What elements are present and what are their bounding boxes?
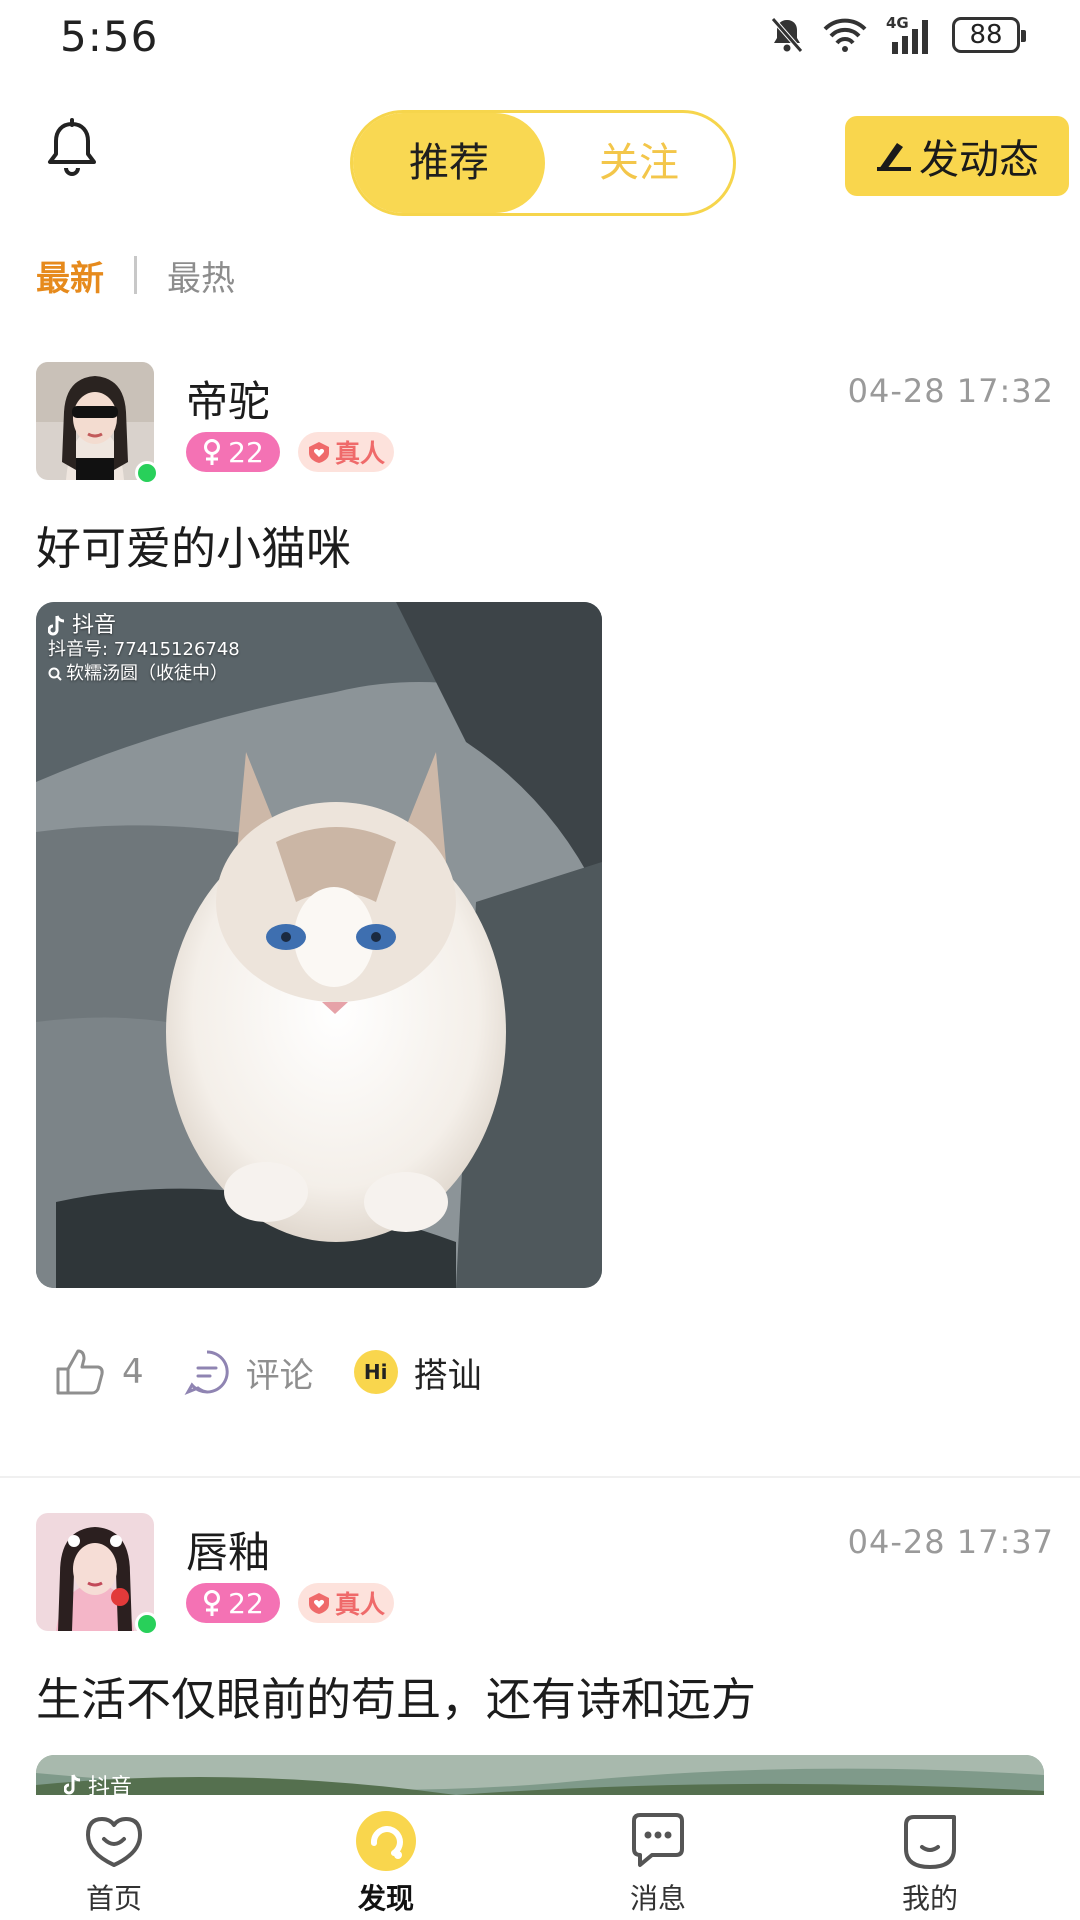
online-indicator bbox=[135, 461, 159, 485]
sort-bar: 最新 最热 bbox=[36, 250, 235, 300]
greet-button[interactable]: Hi 搭讪 bbox=[353, 1348, 482, 1397]
thumbs-up-icon bbox=[56, 1349, 104, 1395]
feed-tab-switch: 推荐 关注 bbox=[350, 110, 736, 216]
sort-divider bbox=[134, 256, 137, 294]
post-photo[interactable]: 抖音 抖音号: 77415126748 软糯汤圆（收徒中） bbox=[36, 602, 602, 1288]
post-divider bbox=[0, 1476, 1080, 1478]
female-icon bbox=[204, 1590, 221, 1616]
nav-home-label: 首页 bbox=[85, 1882, 142, 1915]
signal-4g-icon: 4G bbox=[886, 14, 934, 54]
tab-recommend[interactable]: 推荐 bbox=[353, 113, 545, 213]
verified-heart-icon bbox=[308, 442, 329, 463]
nav-profile-label: 我的 bbox=[901, 1882, 958, 1915]
search-icon bbox=[48, 667, 62, 681]
sort-latest[interactable]: 最新 bbox=[36, 251, 104, 300]
notification-bell-icon[interactable] bbox=[44, 118, 100, 182]
verified-label: 真人 bbox=[334, 439, 385, 468]
sort-hottest[interactable]: 最热 bbox=[167, 251, 235, 300]
message-icon bbox=[632, 1813, 684, 1867]
pen-icon bbox=[877, 143, 911, 171]
user-avatar[interactable] bbox=[36, 362, 154, 480]
battery-icon: 88 bbox=[952, 17, 1026, 53]
post-text: 生活不仅眼前的苟且，还有诗和远方 bbox=[36, 1673, 757, 1726]
online-indicator bbox=[135, 1612, 159, 1636]
female-icon bbox=[204, 439, 221, 465]
smile-heart-icon bbox=[86, 1817, 142, 1867]
douyin-logo-icon bbox=[48, 615, 65, 636]
bottom-nav: 首页 发现 消息 我的 bbox=[0, 1795, 1080, 1920]
network-type: 4G bbox=[886, 14, 909, 32]
hi-text: Hi bbox=[363, 1360, 388, 1384]
comment-button[interactable]: 评论 bbox=[184, 1348, 314, 1397]
like-count: 4 bbox=[122, 1352, 144, 1392]
like-button[interactable]: 4 bbox=[54, 1347, 144, 1397]
hi-badge-icon: Hi bbox=[353, 1350, 398, 1394]
feed-post: 帝驼 04-28 17:32 22 真人 好可爱的小猫咪 抖音 抖音号: 774… bbox=[0, 362, 1080, 1462]
watermark-search: 软糯汤圆（收徒中） bbox=[66, 663, 228, 684]
comment-label: 评论 bbox=[245, 1355, 314, 1396]
battery-level: 88 bbox=[969, 20, 1003, 50]
comment-icon bbox=[184, 1350, 229, 1395]
verified-badge: 真人 bbox=[298, 432, 394, 472]
tab-following[interactable]: 关注 bbox=[543, 113, 735, 213]
greet-label: 搭讪 bbox=[413, 1355, 482, 1396]
gender-age-badge: 22 bbox=[186, 1583, 280, 1623]
douyin-logo-icon bbox=[64, 1774, 81, 1795]
nav-home[interactable]: 首页 bbox=[44, 1809, 184, 1919]
post-actions: 4 评论 Hi 搭讪 bbox=[54, 1342, 522, 1402]
create-post-button[interactable]: 发动态 bbox=[845, 116, 1069, 196]
status-icons: 4G 88 bbox=[770, 14, 1026, 54]
create-post-label: 发动态 bbox=[919, 137, 1039, 183]
wifi-icon bbox=[823, 18, 867, 52]
post-timestamp: 04-28 17:32 bbox=[847, 372, 1054, 410]
nav-messages-label: 消息 bbox=[629, 1882, 686, 1915]
username[interactable]: 唇釉 bbox=[186, 1519, 270, 1580]
nav-discover-label: 发现 bbox=[357, 1882, 414, 1915]
username[interactable]: 帝驼 bbox=[186, 368, 270, 429]
age: 22 bbox=[228, 435, 264, 469]
status-time: 5:56 bbox=[60, 12, 159, 61]
verified-badge: 真人 bbox=[298, 1583, 394, 1623]
user-avatar[interactable] bbox=[36, 1513, 154, 1631]
gender-age-badge: 22 bbox=[186, 432, 280, 472]
nav-discover[interactable]: 发现 bbox=[316, 1809, 456, 1919]
post-timestamp: 04-28 17:37 bbox=[847, 1523, 1054, 1561]
watermark: 抖音 抖音号: 77415126748 软糯汤圆（收徒中） bbox=[48, 614, 240, 686]
verified-heart-icon bbox=[308, 1593, 329, 1614]
watermark-brand: 抖音 bbox=[72, 613, 117, 638]
post-text: 好可爱的小猫咪 bbox=[36, 522, 352, 575]
watermark-id: 抖音号: 77415126748 bbox=[48, 639, 240, 660]
nav-profile[interactable]: 我的 bbox=[860, 1809, 1000, 1919]
verified-label: 真人 bbox=[334, 1590, 385, 1619]
mute-bell-icon bbox=[771, 17, 803, 53]
profile-face-icon bbox=[904, 1815, 956, 1869]
nav-messages[interactable]: 消息 bbox=[588, 1809, 728, 1919]
discover-icon bbox=[356, 1811, 416, 1871]
status-bar: 5:56 4G 88 bbox=[0, 0, 1080, 80]
age: 22 bbox=[228, 1586, 264, 1620]
